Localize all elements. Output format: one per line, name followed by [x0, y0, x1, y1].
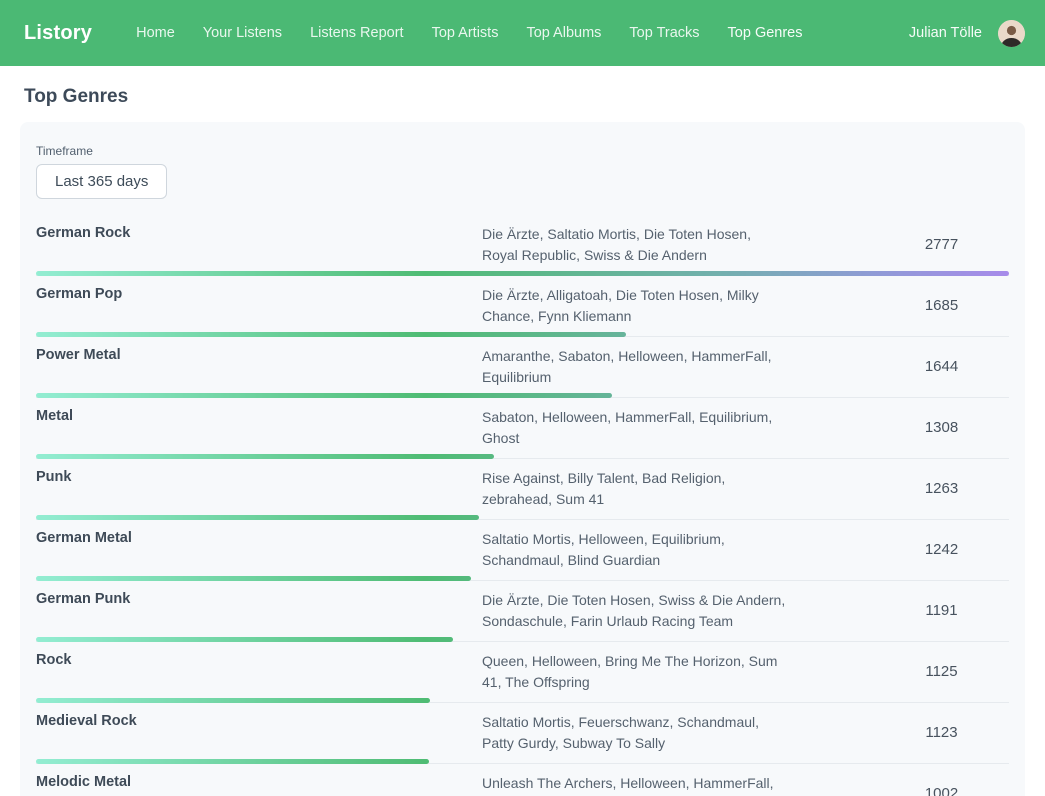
genre-count: 1685 — [874, 284, 1009, 327]
person-icon — [998, 20, 1025, 47]
genre-artists: Amaranthe, Sabaton, Helloween, HammerFal… — [482, 345, 787, 388]
genres-table: German RockDie Ärzte, Saltatio Mortis, D… — [36, 215, 1009, 796]
genre-count: 1242 — [874, 528, 1009, 571]
main-nav: Home Your Listens Listens Report Top Art… — [136, 25, 909, 41]
genre-name: Punk — [36, 467, 482, 510]
genre-row: Medieval RockSaltatio Mortis, Feuerschwa… — [36, 703, 1009, 764]
genre-name: German Punk — [36, 589, 482, 632]
nav-item-home[interactable]: Home — [136, 25, 175, 41]
genre-artists: Rise Against, Billy Talent, Bad Religion… — [482, 467, 787, 510]
genre-row: Power MetalAmaranthe, Sabaton, Helloween… — [36, 337, 1009, 398]
nav-item-top-tracks[interactable]: Top Tracks — [629, 25, 699, 41]
genre-artists: Queen, Helloween, Bring Me The Horizon, … — [482, 650, 787, 693]
genre-row: German RockDie Ärzte, Saltatio Mortis, D… — [36, 215, 1009, 276]
genre-count: 1308 — [874, 406, 1009, 449]
user-avatar[interactable] — [998, 20, 1025, 47]
genre-count: 1123 — [874, 711, 1009, 754]
genre-artists: Saltatio Mortis, Feuerschwanz, Schandmau… — [482, 711, 787, 754]
timeframe-label: Timeframe — [36, 144, 1009, 158]
genre-count: 1644 — [874, 345, 1009, 388]
genre-count: 1125 — [874, 650, 1009, 693]
timeframe-select[interactable]: Last 365 days — [36, 164, 167, 199]
genre-row: RockQueen, Helloween, Bring Me The Horiz… — [36, 642, 1009, 703]
genre-artists: Die Ärzte, Die Toten Hosen, Swiss & Die … — [482, 589, 787, 632]
genre-row: PunkRise Against, Billy Talent, Bad Reli… — [36, 459, 1009, 520]
app-logo[interactable]: Listory — [24, 22, 92, 45]
genre-name: German Pop — [36, 284, 482, 327]
nav-item-your-listens[interactable]: Your Listens — [203, 25, 282, 41]
top-genres-card: Timeframe Last 365 days German RockDie Ä… — [20, 122, 1025, 796]
nav-item-top-genres[interactable]: Top Genres — [728, 25, 803, 41]
user-name: Julian Tölle — [909, 25, 982, 41]
genre-artists: Die Ärzte, Alligatoah, Die Toten Hosen, … — [482, 284, 787, 327]
genre-row: MetalSabaton, Helloween, HammerFall, Equ… — [36, 398, 1009, 459]
genre-name: Rock — [36, 650, 482, 693]
nav-item-listens-report[interactable]: Listens Report — [310, 25, 404, 41]
genre-name: German Rock — [36, 223, 482, 266]
genre-row: German PunkDie Ärzte, Die Toten Hosen, S… — [36, 581, 1009, 642]
genre-artists: Saltatio Mortis, Helloween, Equilibrium,… — [482, 528, 787, 571]
genre-count: 2777 — [874, 223, 1009, 266]
genre-name: German Metal — [36, 528, 482, 571]
page-title: Top Genres — [24, 86, 1045, 108]
genre-name: Medieval Rock — [36, 711, 482, 754]
user-menu[interactable]: Julian Tölle — [909, 20, 1025, 47]
genre-name: Power Metal — [36, 345, 482, 388]
genre-row: German MetalSaltatio Mortis, Helloween, … — [36, 520, 1009, 581]
genre-name: Melodic Metal — [36, 772, 482, 796]
genre-row: Melodic MetalUnleash The Archers, Hellow… — [36, 764, 1009, 796]
genre-artists: Unleash The Archers, Helloween, HammerFa… — [482, 772, 787, 796]
top-navigation-bar: Listory Home Your Listens Listens Report… — [0, 0, 1045, 66]
genre-artists: Die Ärzte, Saltatio Mortis, Die Toten Ho… — [482, 223, 787, 266]
genre-count: 1263 — [874, 467, 1009, 510]
genre-name: Metal — [36, 406, 482, 449]
nav-item-top-artists[interactable]: Top Artists — [432, 25, 499, 41]
genre-row: German PopDie Ärzte, Alligatoah, Die Tot… — [36, 276, 1009, 337]
genre-count: 1002 — [874, 772, 1009, 796]
genre-artists: Sabaton, Helloween, HammerFall, Equilibr… — [482, 406, 787, 449]
nav-item-top-albums[interactable]: Top Albums — [526, 25, 601, 41]
genre-count: 1191 — [874, 589, 1009, 632]
